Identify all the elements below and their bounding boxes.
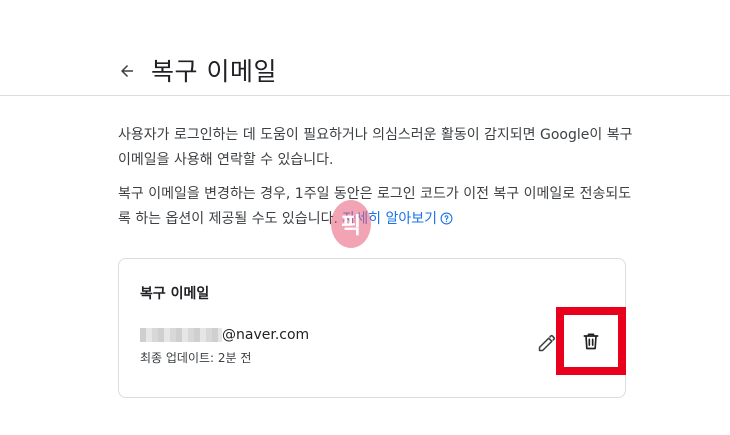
page-title: 복구 이메일 bbox=[151, 57, 277, 86]
description-paragraph-2: 복구 이메일을 변경하는 경우, 1주일 동안은 로그인 코드가 이전 복구 이… bbox=[118, 182, 638, 232]
email-row: @naver.com bbox=[140, 327, 309, 343]
back-button[interactable] bbox=[114, 58, 140, 84]
help-circle-icon[interactable] bbox=[440, 212, 453, 225]
last-updated: 최종 업데이트: 2분 전 bbox=[140, 351, 252, 365]
delete-highlight-box bbox=[556, 307, 626, 375]
email-redacted-mask bbox=[140, 328, 222, 342]
pencil-icon bbox=[538, 334, 556, 352]
description-paragraph-1: 사용자가 로그인하는 데 도움이 필요하거나 의심스러운 활동이 감지되면 Go… bbox=[118, 127, 633, 168]
email-domain: @naver.com bbox=[222, 327, 310, 343]
card-title: 복구 이메일 bbox=[140, 286, 210, 302]
arrow-left-icon bbox=[121, 65, 133, 77]
recovery-email-card: 복구 이메일 @naver.com 최종 업데이트: 2분 전 bbox=[118, 258, 626, 398]
watermark-logo: 픽 bbox=[331, 200, 371, 248]
page-header: 복구 이메일 bbox=[0, 0, 730, 96]
delete-button[interactable] bbox=[579, 329, 603, 353]
trash-icon bbox=[583, 333, 599, 350]
